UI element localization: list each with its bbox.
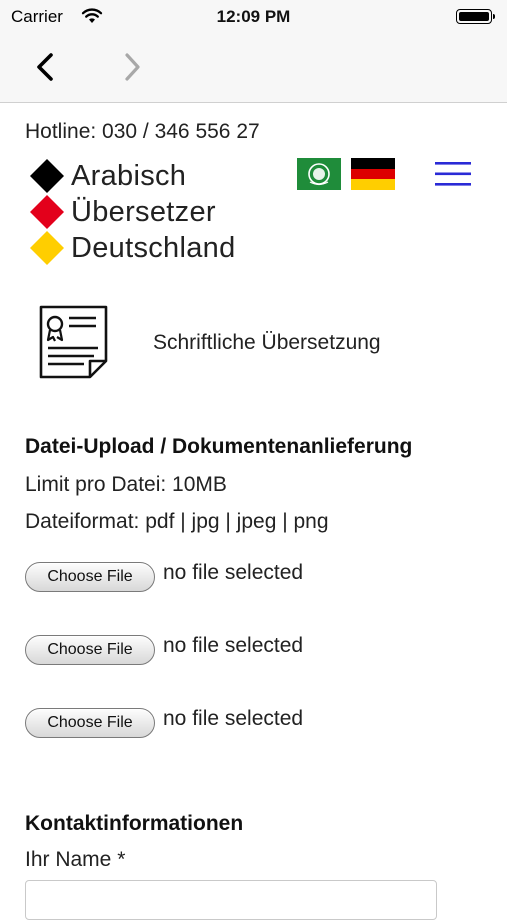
german-language-flag[interactable] [351, 158, 395, 190]
file-upload-row: Choose File no file selected [25, 706, 303, 740]
arabic-language-flag[interactable] [297, 158, 341, 190]
name-field-label: Ihr Name * [25, 848, 126, 871]
gold-diamond-icon [30, 231, 64, 265]
certificate-document-icon [39, 305, 108, 379]
upload-limit-text: Limit pro Datei: 10MB [25, 473, 227, 496]
file-status-text: no file selected [163, 561, 304, 584]
file-upload-row: Choose File no file selected [25, 633, 303, 667]
hotline-text: Hotline: 030 / 346 556 27 [25, 120, 260, 143]
file-upload-row: Choose File no file selected [25, 560, 303, 594]
site-logo[interactable]: Arabisch Übersetzer Deutschland [25, 158, 265, 268]
chevron-right-icon [125, 53, 140, 81]
logo-line-deutschland: Deutschland [71, 231, 236, 264]
battery-icon [456, 9, 495, 24]
choose-file-button[interactable]: Choose File [25, 635, 155, 665]
chevron-left-icon [37, 53, 53, 81]
file-status-text: no file selected [163, 634, 304, 657]
upload-heading: Datei-Upload / Dokumentenanlieferung [25, 435, 413, 458]
forward-button[interactable] [114, 50, 150, 84]
hamburger-menu-icon[interactable] [433, 158, 473, 190]
clock: 12:09 PM [216, 7, 291, 26]
red-diamond-icon [30, 195, 64, 229]
name-input[interactable] [25, 880, 437, 920]
status-bar: Carrier 12:09 PM [0, 0, 507, 32]
service-title: Schriftliche Übersetzung [153, 331, 381, 354]
back-button[interactable] [27, 50, 63, 84]
black-diamond-icon [30, 159, 64, 193]
contact-heading: Kontaktinformationen [25, 812, 244, 835]
file-status-text: no file selected [163, 707, 304, 730]
upload-formats-text: Dateiformat: pdf | jpg | jpeg | png [25, 510, 329, 533]
choose-file-button[interactable]: Choose File [25, 708, 155, 738]
choose-file-button[interactable]: Choose File [25, 562, 155, 592]
logo-line-arabisch: Arabisch [71, 159, 187, 192]
logo-line-uebersetzer: Übersetzer [71, 195, 216, 228]
browser-nav-bar [0, 32, 507, 103]
